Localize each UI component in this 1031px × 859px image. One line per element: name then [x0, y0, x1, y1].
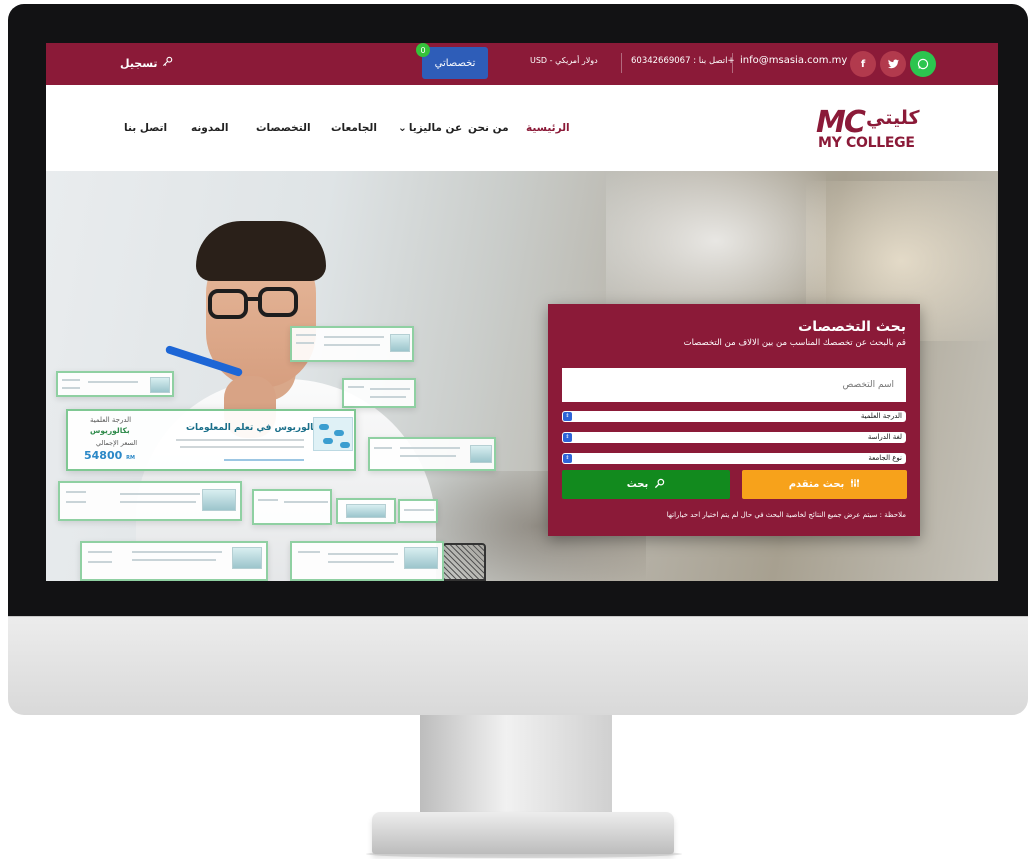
my-majors-count-badge: 0 — [416, 43, 430, 57]
nav-about-malaysia[interactable]: ⌄ عن ماليزيا — [398, 122, 462, 134]
main-navigation: اتصل بنا المدونه التخصصات الجامعات ⌄ عن … — [46, 85, 998, 171]
browser-screen: تسجيل 0 تخصصاتي USD - دولار أمريكي اتصل … — [46, 43, 998, 581]
card-price-value: 54800 — [84, 449, 123, 462]
floating-course-card — [398, 499, 438, 523]
facebook-icon[interactable]: f — [850, 51, 876, 77]
register-link[interactable]: تسجيل — [120, 56, 173, 70]
register-label: تسجيل — [120, 56, 158, 70]
chevron-down-icon: ⌄ — [398, 122, 407, 134]
currency-selector[interactable]: USD - دولار أمريكي — [530, 56, 598, 65]
monitor-stand-neck — [420, 715, 612, 815]
person-hair — [196, 221, 326, 281]
wastebasket-graphic — [442, 543, 486, 581]
email-link[interactable]: info@msasia.com.my — [740, 55, 847, 66]
nav-majors[interactable]: التخصصات — [256, 122, 311, 134]
topbar-divider — [732, 53, 733, 73]
advanced-search-button[interactable]: بحث متقدم — [742, 470, 907, 499]
advanced-search-label: بحث متقدم — [788, 479, 845, 490]
nav-blog[interactable]: المدونه — [191, 122, 228, 134]
nav-home[interactable]: الرئيسية — [526, 122, 570, 134]
monitor-chin — [8, 616, 1028, 715]
nav-about-us[interactable]: من نحن — [468, 122, 509, 134]
floating-course-card — [336, 498, 396, 524]
card-description-line — [180, 446, 304, 448]
floating-course-card — [56, 371, 174, 397]
sliders-icon — [850, 478, 860, 491]
card-price-unit: RM — [126, 455, 135, 461]
logo-english: MY COLLEGE — [818, 135, 915, 151]
search-note: ملاحظة : سيتم عرض جميع النتائج لخاصية ال… — [666, 511, 906, 519]
twitter-icon[interactable] — [880, 51, 906, 77]
glasses-lens-right — [258, 287, 298, 317]
floating-course-card — [58, 481, 242, 521]
card-degree-value: بكالوريوس — [90, 426, 130, 435]
hero-section: الدرجة العلمية بكالوريوس السعر الإجمالي … — [46, 171, 998, 581]
language-select[interactable]: ⇕ لغة الدراسة — [562, 432, 906, 443]
select-arrows-icon: ⇕ — [563, 412, 572, 421]
degree-select[interactable]: ⇕ الدرجة العلمية — [562, 411, 906, 422]
phone-contact[interactable]: اتصل بنا : 60342669067+ — [631, 56, 735, 66]
featured-course-card: الدرجة العلمية بكالوريوس السعر الإجمالي … — [66, 409, 356, 471]
university-type-select[interactable]: ⇕ نوع الجامعة — [562, 453, 906, 464]
glasses-lens-left — [208, 289, 248, 319]
major-name-input[interactable] — [562, 368, 906, 402]
major-search-panel: بحث التخصصات قم بالبحث عن تخصصك المناسب … — [548, 304, 920, 536]
floating-course-card — [252, 489, 332, 525]
card-price-label: السعر الإجمالي — [96, 439, 138, 447]
card-description-line — [176, 439, 304, 441]
nav-universities[interactable]: الجامعات — [331, 122, 377, 134]
topbar-divider — [621, 53, 622, 73]
card-university-line — [224, 459, 304, 461]
top-bar: تسجيل 0 تخصصاتي USD - دولار أمريكي اتصل … — [46, 43, 998, 85]
nav-about-malaysia-label: عن ماليزيا — [408, 122, 463, 134]
my-majors-button[interactable]: 0 تخصصاتي — [416, 43, 488, 79]
card-degree-label: الدرجة العلمية — [90, 416, 132, 424]
search-panel-subtitle: قم بالبحث عن تخصصك المناسب من بين الالاف… — [683, 338, 906, 348]
search-button[interactable]: بحث — [562, 470, 730, 499]
language-select-label: لغة الدراسة — [867, 433, 902, 441]
logo-arabic: كليتي — [866, 107, 920, 129]
whatsapp-icon[interactable] — [910, 51, 936, 77]
my-majors-label: تخصصاتي — [434, 57, 476, 69]
degree-select-label: الدرجة العلمية — [860, 412, 902, 420]
monitor-mockup: تسجيل 0 تخصصاتي USD - دولار أمريكي اتصل … — [0, 0, 1031, 859]
key-icon — [162, 56, 173, 70]
card-course-image — [313, 417, 353, 451]
floating-course-card — [290, 326, 414, 362]
card-course-title: بكالوريوس في تعلم المعلومات — [186, 423, 323, 433]
monitor-stand-base — [372, 812, 674, 854]
search-button-label: بحث — [626, 479, 649, 490]
floating-course-card — [290, 541, 444, 581]
floating-course-card — [368, 437, 496, 471]
select-arrows-icon: ⇕ — [563, 454, 572, 463]
card-price: 54800 RM — [84, 449, 135, 462]
search-icon — [654, 478, 665, 492]
floating-course-card — [80, 541, 268, 581]
select-arrows-icon: ⇕ — [563, 433, 572, 442]
university-type-select-label: نوع الجامعة — [868, 454, 902, 462]
floating-course-card — [342, 378, 416, 408]
glasses-bridge — [246, 297, 260, 301]
nav-contact[interactable]: اتصل بنا — [124, 122, 167, 134]
search-panel-title: بحث التخصصات — [798, 319, 906, 335]
background-light — [606, 171, 826, 311]
site-logo[interactable]: MC كليتي MY COLLEGE — [816, 105, 941, 155]
